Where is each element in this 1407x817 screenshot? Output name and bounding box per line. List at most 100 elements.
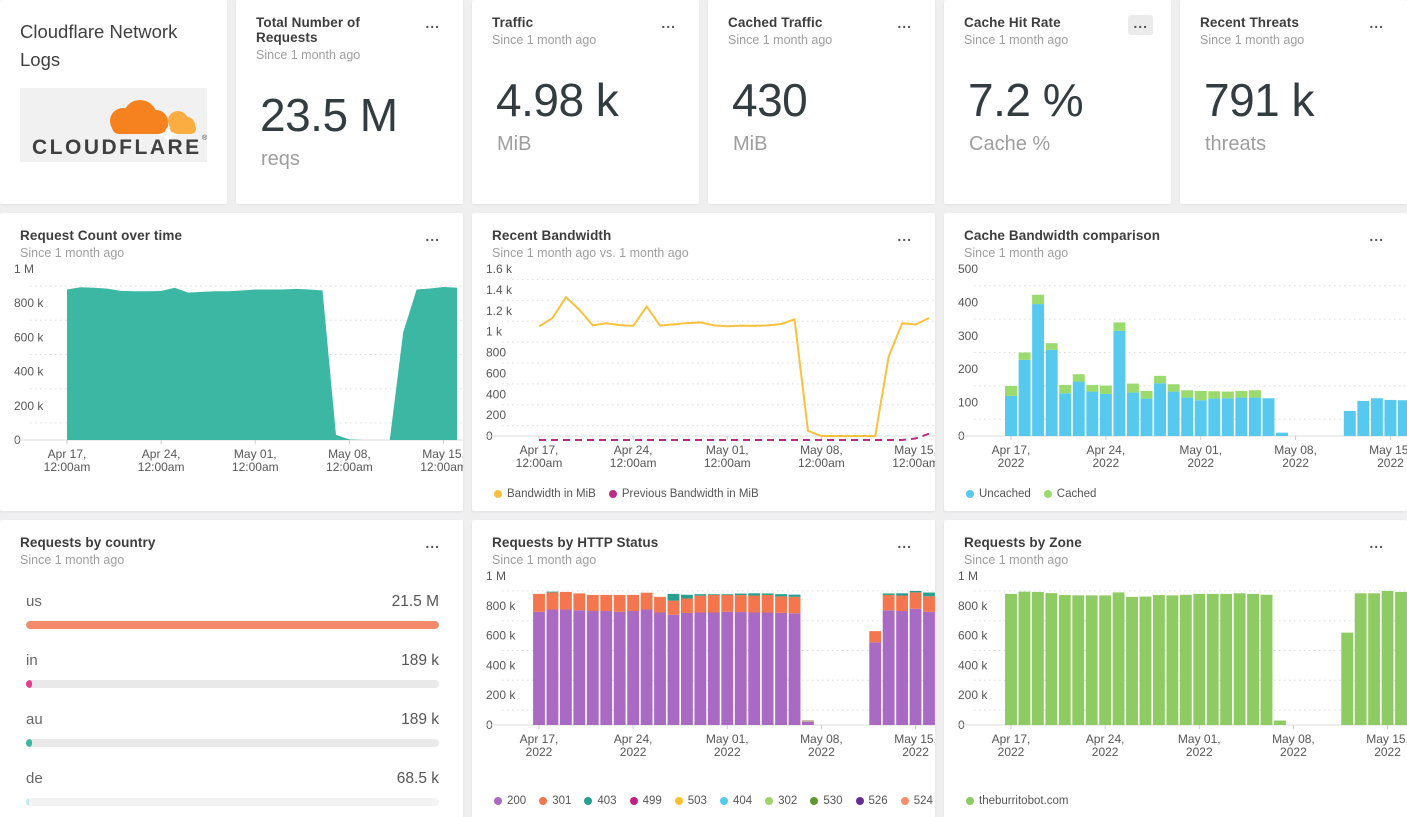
legend-item[interactable]: 524 <box>900 795 933 807</box>
svg-text:800 k: 800 k <box>958 599 988 613</box>
legend-item[interactable]: 503 <box>674 795 707 807</box>
chart-title: Request Count over time <box>20 228 183 243</box>
country-row: us 21.5 M <box>26 593 439 629</box>
metric-value: 4.98 k <box>496 74 619 126</box>
svg-text:Apr 17,: Apr 17, <box>992 443 1031 457</box>
bar-segment <box>802 721 814 725</box>
more-options-button[interactable]: ... <box>892 535 917 555</box>
legend-item[interactable]: 301 <box>539 795 571 807</box>
bar-segment <box>1072 595 1085 725</box>
svg-text:®: ® <box>202 134 208 142</box>
chart-legend: theburritobot.com <box>966 795 1069 807</box>
metric-unit: MiB <box>497 133 532 155</box>
legend-item[interactable]: Cached <box>1043 488 1096 500</box>
bar-segment <box>909 608 922 725</box>
http-status-bar-chart[interactable]: 1 M800 k600 k400 k200 k0Apr 17,2022Apr 2… <box>486 567 935 767</box>
bar-segment <box>1005 385 1017 396</box>
svg-text:300: 300 <box>958 329 978 343</box>
bar-segment <box>1085 595 1098 725</box>
bar-segment <box>1072 381 1085 436</box>
country-label: us <box>26 593 42 610</box>
svg-text:2022: 2022 <box>998 745 1025 759</box>
bar-segment <box>775 612 787 725</box>
legend-item[interactable]: Bandwidth in MiB <box>494 488 596 500</box>
country-row: in 189 k <box>26 652 439 688</box>
bar-segment <box>1032 294 1045 305</box>
svg-text:400 k: 400 k <box>486 658 516 672</box>
legend-item[interactable]: Previous Bandwidth in MiB <box>608 488 759 500</box>
bar-segment <box>1194 390 1207 401</box>
legend-item[interactable]: Uncached <box>966 488 1031 500</box>
svg-text:1.4 k: 1.4 k <box>486 283 513 297</box>
svg-text:Apr 24,: Apr 24, <box>1087 443 1126 457</box>
legend-color-dot <box>966 797 974 805</box>
legend-item[interactable]: 526 <box>855 795 888 807</box>
bar-segment <box>1032 304 1045 436</box>
legend-item[interactable]: 499 <box>629 795 662 807</box>
more-options-button[interactable]: ... <box>892 228 917 248</box>
bar-segment <box>1099 385 1112 394</box>
country-bar-fill <box>26 739 32 747</box>
legend-item[interactable]: 404 <box>719 795 752 807</box>
svg-text:12:00am: 12:00am <box>516 456 563 470</box>
cache-bandwidth-card: Cache Bandwidth comparison Since 1 month… <box>944 213 1407 511</box>
svg-text:800: 800 <box>486 346 506 360</box>
legend-item[interactable]: 302 <box>765 795 797 807</box>
metric-unit: reqs <box>261 148 300 170</box>
bar-segment <box>1005 593 1017 725</box>
middle-charts-row: Request Count over time Since 1 month ag… <box>0 213 1407 511</box>
bar-segment <box>1357 400 1370 436</box>
more-options-button[interactable]: ... <box>892 15 917 35</box>
bar-segment <box>1368 593 1381 725</box>
legend-item[interactable]: 403 <box>584 795 617 807</box>
bar-segment <box>788 613 801 725</box>
requests-by-http-status-card: Requests by HTTP Status Since 1 month ag… <box>472 520 935 817</box>
legend-item[interactable]: 200 <box>494 795 526 807</box>
chart-title: Requests by HTTP Status <box>492 535 659 550</box>
svg-text:May 15,: May 15, <box>894 443 935 457</box>
svg-text:May 08,: May 08, <box>800 443 843 457</box>
svg-text:1 M: 1 M <box>958 569 978 583</box>
more-options-button[interactable]: ... <box>1364 15 1389 35</box>
legend-item[interactable]: 530 <box>810 795 843 807</box>
more-options-button[interactable]: ... <box>1364 535 1389 555</box>
bar-segment <box>1167 384 1180 392</box>
bar-segment <box>1154 383 1167 436</box>
svg-text:2022: 2022 <box>1092 745 1119 759</box>
svg-text:2022: 2022 <box>1282 456 1309 470</box>
svg-text:1.6 k: 1.6 k <box>486 262 513 276</box>
bar-segment <box>761 593 774 595</box>
bar-segment <box>1354 593 1367 725</box>
bar-segment <box>533 593 545 612</box>
bar-segment <box>667 593 680 601</box>
svg-text:600: 600 <box>486 366 506 380</box>
more-options-button[interactable]: ... <box>420 228 445 248</box>
country-bar-fill <box>26 680 32 688</box>
metric-subtitle: Since 1 month ago <box>728 33 833 47</box>
legend-item[interactable]: theburritobot.com <box>966 795 1069 807</box>
svg-text:May 01,: May 01, <box>1178 732 1221 746</box>
zone-bar-chart[interactable]: 1 M800 k600 k400 k200 k0Apr 17,2022Apr 2… <box>958 567 1407 767</box>
bar-segment <box>600 594 613 612</box>
more-options-button[interactable]: ... <box>656 15 681 35</box>
cache-bandwidth-bar-chart[interactable]: 5004003002001000Apr 17,2022Apr 24,2022Ma… <box>958 260 1407 478</box>
more-options-button[interactable]: ... <box>1364 228 1389 248</box>
svg-text:800 k: 800 k <box>14 296 44 310</box>
country-bar-track <box>26 621 439 629</box>
bar-segment <box>546 592 559 610</box>
svg-text:12:00am: 12:00am <box>138 460 185 474</box>
metric-title: Cached Traffic <box>728 15 823 30</box>
more-options-button[interactable]: ... <box>420 15 445 35</box>
request-count-area-chart[interactable]: 1 M800 k600 k400 k200 k0Apr 17,12:00amAp… <box>14 260 463 482</box>
svg-text:400: 400 <box>958 295 978 309</box>
bar-segment <box>1181 397 1194 436</box>
bar-segment <box>1045 593 1058 725</box>
more-options-button[interactable]: ... <box>420 535 445 555</box>
bar-segment <box>788 596 801 614</box>
metric-title: Total Number of Requests <box>256 15 360 45</box>
svg-text:Apr 17,: Apr 17, <box>520 443 559 457</box>
bar-segment <box>1220 593 1233 725</box>
more-options-button[interactable]: ... <box>1128 15 1153 35</box>
bandwidth-line-chart[interactable]: 1.6 k1.4 k1.2 k1 k8006004002000Apr 17,12… <box>486 260 935 478</box>
bar-segment <box>1341 632 1354 725</box>
